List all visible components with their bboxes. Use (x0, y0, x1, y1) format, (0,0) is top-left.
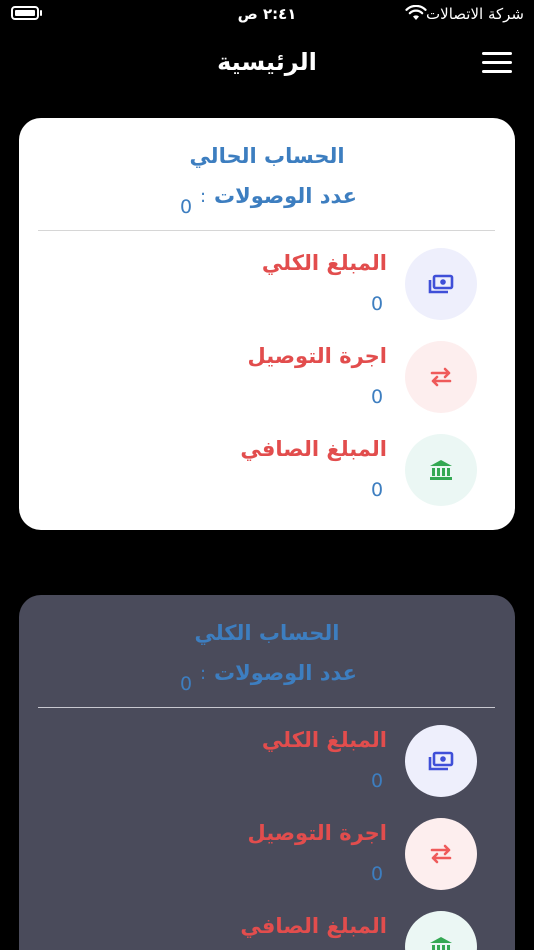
total-amount-value: 0 (371, 293, 384, 315)
money-icon-circle (405, 725, 477, 797)
receipts-count-value: 0 (180, 196, 193, 218)
status-bar: ٢:٤١ ص شركة الاتصالات (0, 0, 534, 30)
wifi-icon (405, 5, 427, 20)
delivery-fee-value: 0 (371, 386, 384, 408)
total-amount-value: 0 (371, 770, 384, 792)
transfer-icon (430, 367, 452, 387)
card-title: الحساب الحالي (189, 144, 345, 168)
carrier-name: شركة الاتصالات (426, 5, 524, 23)
transfer-icon (430, 844, 452, 864)
receipts-count-label: عدد الوصولات (213, 184, 357, 208)
total-account-card: الحساب الكلي عدد الوصولات : 0 المبلغ الك… (19, 595, 515, 950)
total-amount-label: المبلغ الكلي (261, 251, 387, 275)
money-icon-circle (405, 248, 477, 320)
divider (38, 707, 495, 708)
current-account-card: الحساب الحالي عدد الوصولات : 0 المبلغ ال… (19, 118, 515, 530)
transfer-icon-circle (405, 818, 477, 890)
net-amount-label: المبلغ الصافي (240, 914, 387, 938)
net-amount-label: المبلغ الصافي (240, 437, 387, 461)
menu-icon[interactable] (482, 52, 512, 74)
header: الرئيسية (0, 40, 534, 84)
transfer-icon-circle (405, 341, 477, 413)
bank-icon (430, 937, 452, 950)
card-title: الحساب الكلي (194, 621, 340, 645)
delivery-fee-label: اجرة التوصيل (247, 821, 387, 845)
divider (38, 230, 495, 231)
count-separator: : (200, 663, 207, 684)
page-title: الرئيسية (217, 48, 317, 76)
receipts-count-value: 0 (180, 673, 193, 695)
receipts-count-label: عدد الوصولات (213, 661, 357, 685)
delivery-fee-label: اجرة التوصيل (247, 344, 387, 368)
money-icon (428, 751, 454, 771)
bank-icon-circle (405, 911, 477, 950)
delivery-fee-value: 0 (371, 863, 384, 885)
money-icon (428, 274, 454, 294)
total-amount-label: المبلغ الكلي (261, 728, 387, 752)
bank-icon-circle (405, 434, 477, 506)
count-separator: : (200, 186, 207, 207)
net-amount-value: 0 (371, 479, 384, 501)
bank-icon (430, 460, 452, 480)
